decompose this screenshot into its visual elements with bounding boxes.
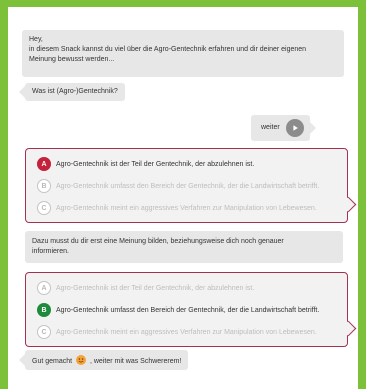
option-text: Agro-Gentechnik umfasst den Bereich der … xyxy=(56,182,320,190)
option-letter: B xyxy=(37,303,51,317)
quiz-card-2: A Agro-Gentechnik ist der Teil der Gente… xyxy=(25,272,348,347)
quiz1-option-c[interactable]: C Agro-Gentechnik meint ein aggressives … xyxy=(37,200,317,216)
option-letter: C xyxy=(37,325,51,339)
option-letter: B xyxy=(37,179,51,193)
quiz1-option-b[interactable]: B Agro-Gentechnik umfasst den Bereich de… xyxy=(37,178,319,194)
option-letter: A xyxy=(37,157,51,171)
chat-panel: Hey, in diesem Snack kannst du viel über… xyxy=(8,7,358,389)
quiz2-option-b[interactable]: B Agro-Gentechnik umfasst den Bereich de… xyxy=(37,302,319,318)
option-text: Agro-Gentechnik meint ein aggressives Ve… xyxy=(56,328,317,336)
intro-line-1: Hey, xyxy=(29,36,43,43)
next-label: weiter xyxy=(261,124,280,131)
intro-line-3: Meinung bewusst werden... xyxy=(29,56,115,63)
next-button[interactable]: weiter xyxy=(251,115,316,141)
final-message: Gut gemacht , weiter mit was Schwererem! xyxy=(18,350,189,370)
smiley-icon xyxy=(76,355,87,365)
final-text-start: Gut gemacht xyxy=(32,358,73,365)
option-text: Agro-Gentechnik meint ein aggressives Ve… xyxy=(56,204,317,212)
quiz2-option-c[interactable]: C Agro-Gentechnik meint ein aggressives … xyxy=(37,324,317,340)
quiz-card-1: A Agro-Gentechnik ist der Teil der Gente… xyxy=(25,148,348,223)
follow-up-line-2: informieren. xyxy=(32,248,69,255)
option-text: Agro-Gentechnik umfasst den Bereich der … xyxy=(56,306,320,314)
play-icon xyxy=(285,119,304,137)
question-message: Was ist (Agro-)Gentechnik? xyxy=(19,83,125,101)
intro-line-2: in diesem Snack kannst du viel über die … xyxy=(29,46,307,53)
question-text: Was ist (Agro-)Gentechnik? xyxy=(32,88,118,95)
option-letter: C xyxy=(37,201,51,215)
follow-up-message: Dazu musst du dir erst eine Meinung bild… xyxy=(25,231,343,263)
final-text-end: , weiter mit was Schwererem! xyxy=(89,358,182,365)
option-letter: A xyxy=(37,281,51,295)
follow-up-line-1: Dazu musst du dir erst eine Meinung bild… xyxy=(32,238,284,245)
option-text: Agro-Gentechnik ist der Teil der Gentech… xyxy=(56,284,255,292)
option-text: Agro-Gentechnik ist der Teil der Gentech… xyxy=(56,160,255,168)
quiz1-option-a[interactable]: A Agro-Gentechnik ist der Teil der Gente… xyxy=(37,156,254,172)
quiz2-option-a[interactable]: A Agro-Gentechnik ist der Teil der Gente… xyxy=(37,280,254,296)
intro-message: Hey, in diesem Snack kannst du viel über… xyxy=(22,30,344,77)
